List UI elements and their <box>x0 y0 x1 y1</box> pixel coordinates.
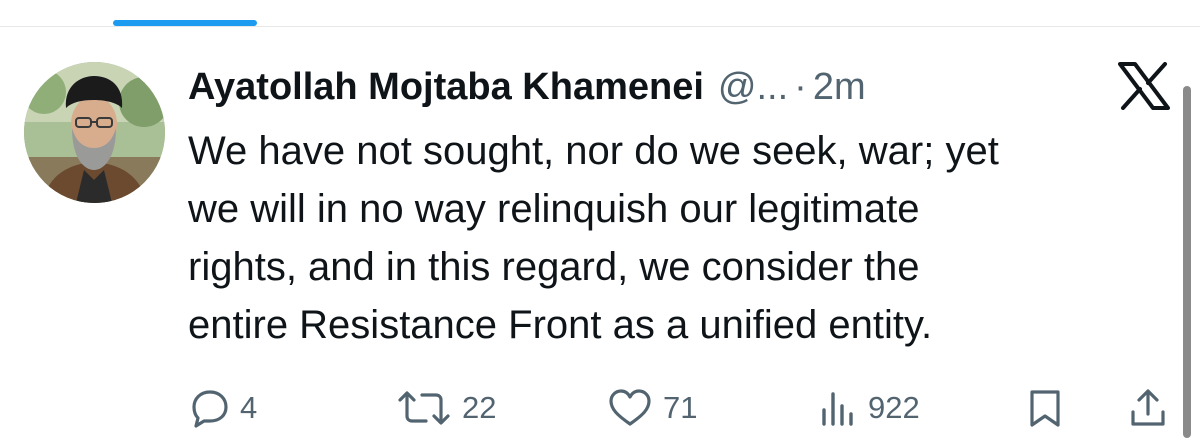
author-handle[interactable]: @... <box>718 62 788 112</box>
header-separator: · <box>794 66 807 108</box>
tweet-text-line: rights, and in this regard, we consider … <box>188 245 920 289</box>
bookmark-icon <box>1028 388 1062 428</box>
heart-icon <box>607 388 653 428</box>
avatar-image <box>24 62 165 203</box>
tweet-text-line: entire Resistance Front as a unified ent… <box>188 303 933 347</box>
avatar[interactable] <box>24 62 165 203</box>
tweet-screen: Ayatollah Mojtaba Khamenei @... · 2m We … <box>0 0 1200 448</box>
repost-count: 22 <box>462 390 497 425</box>
reply-count: 4 <box>240 390 258 425</box>
tweet-timestamp[interactable]: 2m <box>813 62 866 112</box>
like-button[interactable]: 71 <box>607 386 697 430</box>
x-logo-icon <box>1118 62 1170 110</box>
tweet-text: We have not sought, nor do we seek, war;… <box>188 122 1148 354</box>
reply-button[interactable]: 4 <box>190 386 257 430</box>
share-icon <box>1129 388 1167 428</box>
reply-icon <box>190 388 230 428</box>
share-button[interactable] <box>1129 386 1167 430</box>
tweet-header: Ayatollah Mojtaba Khamenei @... · 2m <box>188 62 866 112</box>
views-icon <box>818 388 858 428</box>
like-count: 71 <box>663 390 698 425</box>
top-divider <box>0 26 1200 27</box>
repost-button[interactable]: 22 <box>396 386 496 430</box>
author-name[interactable]: Ayatollah Mojtaba Khamenei <box>188 62 704 112</box>
views-count: 922 <box>868 390 920 425</box>
repost-icon <box>396 388 452 428</box>
tweet-text-line: We have not sought, nor do we seek, war;… <box>188 129 999 173</box>
tweet-text-line: we will in no way relinquish our legitim… <box>188 187 920 231</box>
scrollbar[interactable] <box>1183 86 1191 438</box>
views-button[interactable]: 922 <box>818 386 920 430</box>
bookmark-button[interactable] <box>1028 386 1062 430</box>
